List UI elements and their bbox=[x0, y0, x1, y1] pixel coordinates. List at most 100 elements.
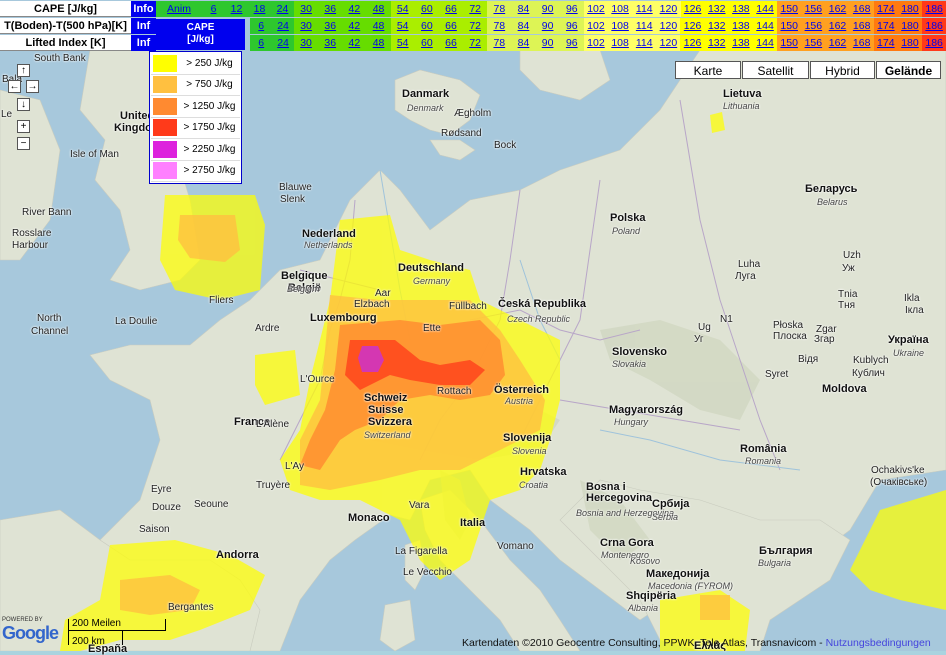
hour-link-72[interactable]: 72 bbox=[463, 35, 488, 51]
hour-link-18[interactable]: 18 bbox=[248, 1, 271, 17]
hour-link-108[interactable]: 108 bbox=[608, 1, 633, 17]
hour-link-96[interactable]: 96 bbox=[559, 1, 584, 17]
hour-link-96[interactable]: 96 bbox=[559, 35, 584, 51]
hour-link-12[interactable]: 12 bbox=[225, 1, 248, 17]
hour-link-6[interactable]: 6 bbox=[250, 18, 273, 34]
hour-link-78[interactable]: 78 bbox=[487, 1, 512, 17]
hour-link-84[interactable]: 84 bbox=[511, 18, 536, 34]
hour-link-6[interactable]: 6 bbox=[202, 1, 225, 17]
hour-link-66[interactable]: 66 bbox=[438, 1, 464, 17]
hour-link-42[interactable]: 42 bbox=[342, 18, 367, 34]
hour-link-108[interactable]: 108 bbox=[608, 35, 633, 51]
hour-link-90[interactable]: 90 bbox=[535, 18, 560, 34]
hour-link-102[interactable]: 102 bbox=[583, 18, 609, 34]
hour-link-186[interactable]: 186 bbox=[922, 18, 946, 34]
hour-link-114[interactable]: 114 bbox=[632, 1, 657, 17]
hour-link-126[interactable]: 126 bbox=[680, 1, 705, 17]
hour-link-174[interactable]: 174 bbox=[873, 35, 898, 51]
hour-link-54[interactable]: 54 bbox=[390, 35, 415, 51]
hour-link-84[interactable]: 84 bbox=[511, 1, 536, 17]
info-button-cape[interactable]: Info bbox=[131, 1, 156, 17]
info-button-lifted-index[interactable]: Inf bbox=[131, 35, 156, 51]
hour-link-78[interactable]: 78 bbox=[487, 18, 512, 34]
hour-link-60[interactable]: 60 bbox=[414, 35, 439, 51]
hour-link-48[interactable]: 48 bbox=[366, 35, 391, 51]
hour-link-24[interactable]: 24 bbox=[272, 35, 294, 51]
hour-link-180[interactable]: 180 bbox=[897, 1, 923, 17]
hour-link-84[interactable]: 84 bbox=[511, 35, 536, 51]
hour-link-60[interactable]: 60 bbox=[414, 18, 439, 34]
hour-link-162[interactable]: 162 bbox=[825, 18, 850, 34]
hour-link-42[interactable]: 42 bbox=[342, 35, 367, 51]
hour-link-36[interactable]: 36 bbox=[318, 18, 343, 34]
anim-link[interactable]: Anim bbox=[156, 1, 202, 17]
pan-up-icon[interactable]: ↑ bbox=[17, 64, 30, 77]
hour-link-144[interactable]: 144 bbox=[752, 35, 778, 51]
map-type-karte-button[interactable]: Karte bbox=[675, 61, 741, 79]
hour-link-144[interactable]: 144 bbox=[752, 18, 778, 34]
google-logo[interactable]: POWERED BY Google bbox=[2, 617, 59, 644]
hour-link-162[interactable]: 162 bbox=[825, 35, 850, 51]
hour-link-126[interactable]: 126 bbox=[680, 18, 705, 34]
hour-link-168[interactable]: 168 bbox=[849, 35, 874, 51]
info-button-tdiff[interactable]: Inf bbox=[131, 18, 156, 34]
hour-link-132[interactable]: 132 bbox=[704, 18, 729, 34]
map-type-satellit-button[interactable]: Satellit bbox=[742, 61, 809, 79]
hour-link-114[interactable]: 114 bbox=[632, 35, 657, 51]
hour-link-30[interactable]: 30 bbox=[293, 18, 319, 34]
hour-link-102[interactable]: 102 bbox=[583, 35, 609, 51]
hour-link-144[interactable]: 144 bbox=[752, 1, 778, 17]
hour-link-132[interactable]: 132 bbox=[704, 35, 729, 51]
hour-link-150[interactable]: 150 bbox=[777, 18, 802, 34]
hour-link-132[interactable]: 132 bbox=[704, 1, 729, 17]
hour-link-102[interactable]: 102 bbox=[583, 1, 609, 17]
hour-link-138[interactable]: 138 bbox=[728, 1, 753, 17]
hour-link-174[interactable]: 174 bbox=[873, 18, 898, 34]
hour-link-120[interactable]: 120 bbox=[656, 18, 681, 34]
hour-link-138[interactable]: 138 bbox=[728, 35, 753, 51]
hour-link-156[interactable]: 156 bbox=[801, 18, 826, 34]
hour-link-24[interactable]: 24 bbox=[272, 18, 294, 34]
hour-link-6[interactable]: 6 bbox=[250, 35, 273, 51]
hour-link-180[interactable]: 180 bbox=[897, 18, 923, 34]
pan-left-icon[interactable]: ← bbox=[8, 80, 21, 93]
hour-link-186[interactable]: 186 bbox=[922, 1, 946, 17]
hour-link-36[interactable]: 36 bbox=[318, 1, 343, 17]
hour-link-72[interactable]: 72 bbox=[463, 18, 488, 34]
hour-link-90[interactable]: 90 bbox=[535, 1, 560, 17]
hour-link-54[interactable]: 54 bbox=[390, 1, 415, 17]
hour-link-156[interactable]: 156 bbox=[801, 35, 826, 51]
hour-link-114[interactable]: 114 bbox=[632, 18, 657, 34]
map-type-hybrid-button[interactable]: Hybrid bbox=[810, 61, 875, 79]
hour-link-150[interactable]: 150 bbox=[777, 35, 802, 51]
hour-link-156[interactable]: 156 bbox=[801, 1, 826, 17]
hour-link-180[interactable]: 180 bbox=[897, 35, 923, 51]
hour-link-48[interactable]: 48 bbox=[366, 1, 391, 17]
hour-link-150[interactable]: 150 bbox=[777, 1, 802, 17]
hour-link-120[interactable]: 120 bbox=[656, 35, 681, 51]
pan-right-icon[interactable]: → bbox=[26, 80, 39, 93]
hour-link-174[interactable]: 174 bbox=[873, 1, 898, 17]
hour-link-66[interactable]: 66 bbox=[438, 18, 464, 34]
pan-down-icon[interactable]: ↓ bbox=[17, 98, 30, 111]
hour-link-72[interactable]: 72 bbox=[463, 1, 488, 17]
hour-link-66[interactable]: 66 bbox=[438, 35, 464, 51]
hour-link-138[interactable]: 138 bbox=[728, 18, 753, 34]
hour-link-168[interactable]: 168 bbox=[849, 18, 874, 34]
hour-link-54[interactable]: 54 bbox=[390, 18, 415, 34]
hour-link-162[interactable]: 162 bbox=[825, 1, 850, 17]
hour-link-36[interactable]: 36 bbox=[318, 35, 343, 51]
map-type-gelaende-button[interactable]: Gelände bbox=[876, 61, 941, 79]
hour-link-168[interactable]: 168 bbox=[849, 1, 874, 17]
zoom-out-icon[interactable]: − bbox=[17, 137, 30, 150]
hour-link-30[interactable]: 30 bbox=[293, 35, 319, 51]
hour-link-120[interactable]: 120 bbox=[656, 1, 681, 17]
hour-link-96[interactable]: 96 bbox=[559, 18, 584, 34]
hour-link-42[interactable]: 42 bbox=[342, 1, 367, 17]
hour-link-108[interactable]: 108 bbox=[608, 18, 633, 34]
hour-link-60[interactable]: 60 bbox=[414, 1, 439, 17]
hour-link-126[interactable]: 126 bbox=[680, 35, 705, 51]
hour-link-186[interactable]: 186 bbox=[922, 35, 946, 51]
zoom-in-icon[interactable]: + bbox=[17, 120, 30, 133]
hour-link-30[interactable]: 30 bbox=[294, 1, 319, 17]
